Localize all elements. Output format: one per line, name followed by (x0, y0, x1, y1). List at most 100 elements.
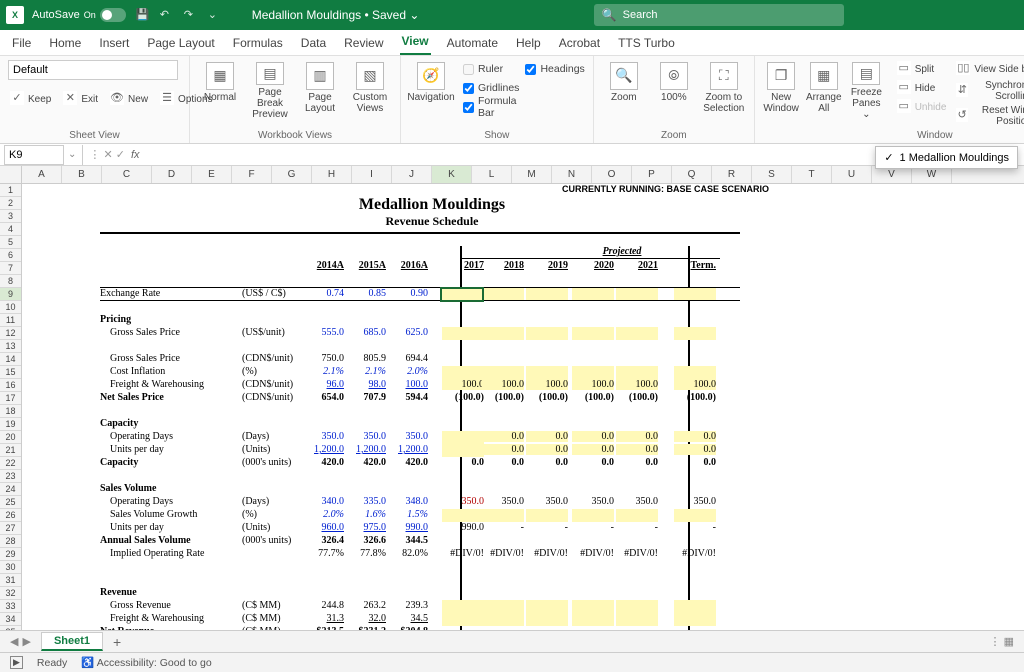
freeze-panes-button[interactable]: ▤Freeze Panes ⌄ (848, 60, 885, 120)
row-header-2[interactable]: 2 (0, 197, 21, 210)
row-header-10[interactable]: 10 (0, 301, 21, 314)
custom-views-button[interactable]: ▧Custom Views (348, 60, 392, 120)
navigation-button[interactable]: 🧭Navigation (409, 60, 453, 120)
new-view-button[interactable]: 👁New (108, 90, 150, 108)
row-header-28[interactable]: 28 (0, 535, 21, 548)
row-header-16[interactable]: 16 (0, 379, 21, 392)
display-settings-icon[interactable]: ⋮ ▦ (990, 635, 1014, 648)
row-header-3[interactable]: 3 (0, 210, 21, 223)
col-header-E[interactable]: E (192, 166, 232, 183)
col-header-R[interactable]: R (712, 166, 752, 183)
prev-sheet-icon[interactable]: ◀ (10, 635, 18, 648)
keep-button[interactable]: ✓Keep (8, 90, 53, 108)
new-sheet-button[interactable]: + (113, 634, 121, 650)
tab-home[interactable]: Home (47, 32, 83, 55)
row-header-27[interactable]: 27 (0, 522, 21, 535)
tab-review[interactable]: Review (342, 32, 385, 55)
row-header-32[interactable]: 32 (0, 587, 21, 600)
namebox-dropdown-icon[interactable]: ⌄ (68, 149, 76, 160)
col-header-F[interactable]: F (232, 166, 272, 183)
zoom-button[interactable]: 🔍Zoom (602, 60, 646, 120)
name-box[interactable] (4, 145, 64, 165)
row-header-9[interactable]: 9 (0, 288, 21, 301)
row-header-12[interactable]: 12 (0, 327, 21, 340)
formula-bar-checkbox[interactable]: Formula Bar (463, 98, 519, 116)
column-headers[interactable]: ABCDEFGHIJKLMNOPQRSTUVW (0, 166, 1024, 184)
row-header-29[interactable]: 29 (0, 548, 21, 561)
row-header-26[interactable]: 26 (0, 509, 21, 522)
page-layout-button[interactable]: ▥Page Layout (298, 60, 342, 120)
row-header-14[interactable]: 14 (0, 353, 21, 366)
sheet-tab-active[interactable]: Sheet1 (41, 632, 103, 651)
row-header-24[interactable]: 24 (0, 483, 21, 496)
row-header-23[interactable]: 23 (0, 470, 21, 483)
col-header-L[interactable]: L (472, 166, 512, 183)
tab-automate[interactable]: Automate (445, 32, 500, 55)
tab-tts-turbo[interactable]: TTS Turbo (616, 32, 677, 55)
fx-icon[interactable]: fx (131, 149, 140, 161)
tab-help[interactable]: Help (514, 32, 543, 55)
row-header-17[interactable]: 17 (0, 392, 21, 405)
search-box[interactable]: 🔍 Search (594, 4, 844, 26)
new-window-button[interactable]: ❐New Window (763, 60, 800, 120)
tab-nav[interactable]: ◀▶ (10, 635, 31, 648)
row-header-5[interactable]: 5 (0, 236, 21, 249)
col-header-D[interactable]: D (152, 166, 192, 183)
row-header-35[interactable]: 35 (0, 626, 21, 630)
col-header-C[interactable]: C (102, 166, 152, 183)
redo-icon[interactable]: ↷ (184, 8, 198, 22)
col-header-A[interactable]: A (22, 166, 62, 183)
col-header-P[interactable]: P (632, 166, 672, 183)
col-header-S[interactable]: S (752, 166, 792, 183)
document-title[interactable]: Medallion Mouldings • Saved ⌄ (252, 8, 420, 22)
row-header-4[interactable]: 4 (0, 223, 21, 236)
col-header-O[interactable]: O (592, 166, 632, 183)
col-header-H[interactable]: H (312, 166, 352, 183)
sheet-view-select[interactable] (8, 60, 178, 80)
tab-file[interactable]: File (10, 32, 33, 55)
col-header-T[interactable]: T (792, 166, 832, 183)
row-header-6[interactable]: 6 (0, 249, 21, 262)
accessibility-status[interactable]: ♿ Accessibility: Good to go (81, 656, 211, 669)
qat-dropdown-icon[interactable]: ⌄ (208, 8, 222, 22)
col-header-U[interactable]: U (832, 166, 872, 183)
split-button[interactable]: ▭Split (895, 60, 949, 78)
col-header-I[interactable]: I (352, 166, 392, 183)
switch-windows-menu[interactable]: ✓ 1 Medallion Mouldings (875, 146, 1018, 169)
tab-view[interactable]: View (400, 30, 431, 55)
arrange-all-button[interactable]: ▦Arrange All (805, 60, 842, 120)
col-header-K[interactable]: K (432, 166, 472, 183)
row-header-18[interactable]: 18 (0, 405, 21, 418)
col-header-G[interactable]: G (272, 166, 312, 183)
row-header-25[interactable]: 25 (0, 496, 21, 509)
save-icon[interactable]: 💾 (136, 8, 150, 22)
next-sheet-icon[interactable]: ▶ (22, 635, 30, 648)
row-header-22[interactable]: 22 (0, 457, 21, 470)
col-header-N[interactable]: N (552, 166, 592, 183)
normal-view-button[interactable]: ▦Normal (198, 60, 242, 120)
macro-record-icon[interactable]: ▶ (10, 656, 23, 669)
tab-acrobat[interactable]: Acrobat (557, 32, 602, 55)
row-header-1[interactable]: 1 (0, 184, 21, 197)
row-headers[interactable]: 1234567891011121314151617181920212223242… (0, 184, 22, 630)
spreadsheet-grid[interactable]: ABCDEFGHIJKLMNOPQRSTUVW 1234567891011121… (0, 166, 1024, 630)
row-header-13[interactable]: 13 (0, 340, 21, 353)
row-header-19[interactable]: 19 (0, 418, 21, 431)
tab-page-layout[interactable]: Page Layout (145, 32, 216, 55)
col-header-Q[interactable]: Q (672, 166, 712, 183)
headings-checkbox[interactable]: Headings (525, 60, 584, 78)
tab-formulas[interactable]: Formulas (231, 32, 285, 55)
row-header-15[interactable]: 15 (0, 366, 21, 379)
zoom-100-button[interactable]: ⦾100% (652, 60, 696, 120)
row-header-11[interactable]: 11 (0, 314, 21, 327)
page-break-button[interactable]: ▤Page Break Preview (248, 60, 292, 120)
col-header-M[interactable]: M (512, 166, 552, 183)
autosave-toggle[interactable]: AutoSave On (32, 8, 126, 22)
toggle-icon[interactable] (100, 8, 126, 22)
zoom-selection-button[interactable]: ⛶Zoom to Selection (702, 60, 746, 120)
row-header-34[interactable]: 34 (0, 613, 21, 626)
hide-button[interactable]: ▭Hide (895, 79, 949, 97)
sheet-content[interactable]: CURRENTLY RUNNING: BASE CASE SCENARIOMed… (22, 184, 1024, 630)
col-header-B[interactable]: B (62, 166, 102, 183)
ruler-checkbox[interactable]: Ruler (463, 60, 519, 78)
